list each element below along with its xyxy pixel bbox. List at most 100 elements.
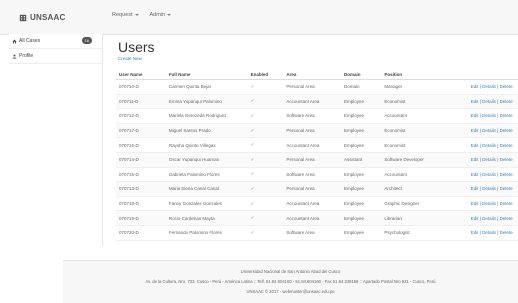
- row-actions: Edit | Details | Delete: [467, 152, 518, 168]
- cell-position: Software Developer: [381, 152, 468, 168]
- cell-domain: Employee: [341, 108, 382, 124]
- row-actions: Edit | Details | Delete: [467, 137, 518, 153]
- cell-full-name: Rocio Cardenas Mayta: [165, 210, 248, 226]
- cell-user-name: 070713-D: [116, 181, 166, 197]
- cell-area: Accountant Area: [283, 196, 342, 212]
- delete-link[interactable]: Delete: [500, 113, 513, 118]
- row-actions: Edit | Details | Delete: [467, 225, 518, 241]
- details-link[interactable]: Details: [482, 143, 496, 148]
- edit-link[interactable]: Edit: [471, 113, 479, 118]
- column-header[interactable]: Full Name: [165, 69, 248, 80]
- delete-link[interactable]: Delete: [500, 172, 513, 177]
- sidebar-item-label: All Cases: [19, 38, 41, 44]
- cell-enabled: ✓: [247, 167, 284, 183]
- nav-admin-dropdown[interactable]: Admin: [150, 12, 172, 18]
- cell-position: Economist: [381, 123, 468, 139]
- details-link[interactable]: Details: [482, 113, 496, 118]
- delete-link[interactable]: Delete: [500, 157, 513, 162]
- edit-link[interactable]: Edit: [471, 172, 479, 177]
- edit-link[interactable]: Edit: [471, 128, 479, 133]
- cell-full-name: Miguel Santos Prado: [165, 123, 248, 139]
- details-link[interactable]: Details: [482, 201, 496, 206]
- brand[interactable]: UNSAAC: [19, 13, 65, 22]
- delete-link[interactable]: Delete: [500, 201, 513, 206]
- column-header[interactable]: Enabled: [247, 69, 284, 80]
- cell-full-name: Carmen Quinta Bejar: [165, 79, 248, 95]
- cell-user-name: 070710-D: [116, 79, 166, 95]
- user-icon: [12, 54, 17, 58]
- footer: Universidad Nacional de San Antonio Abad…: [63, 260, 518, 303]
- cell-user-name: 070714-D: [116, 152, 166, 168]
- building-icon: [19, 14, 27, 21]
- edit-link[interactable]: Edit: [471, 230, 479, 235]
- cell-full-name: Fanny Gonzales Gonzales: [165, 196, 248, 212]
- delete-link[interactable]: Delete: [500, 230, 513, 235]
- sidebar-item-label: Profile: [19, 53, 34, 59]
- table-row: 070710-D Carmen Quinta Bejar ✓ Personal Are…: [116, 79, 518, 95]
- cell-enabled: ✓: [247, 137, 284, 153]
- row-actions: Edit | Details | Delete: [467, 123, 518, 139]
- column-header[interactable]: User Name: [116, 69, 166, 80]
- table-row: 070715-D Gabriela Palomino Flores ✓ Softwar…: [116, 167, 518, 183]
- cell-full-name: Mariela Gerezeda Rodriguez: [165, 108, 248, 124]
- details-link[interactable]: Details: [482, 84, 496, 89]
- details-link[interactable]: Details: [482, 157, 496, 162]
- edit-link[interactable]: Edit: [471, 157, 479, 162]
- cell-position: Manager: [381, 79, 468, 95]
- nav-request-dropdown[interactable]: Request: [112, 12, 139, 18]
- create-new-link[interactable]: Create New: [118, 56, 142, 61]
- top-navbar: UNSAAC Request Admin: [0, 0, 518, 35]
- delete-link[interactable]: Delete: [500, 128, 513, 133]
- cell-position: Librarian: [381, 210, 468, 226]
- details-link[interactable]: Details: [482, 172, 496, 177]
- chevron-down-icon: [134, 14, 139, 16]
- cell-area: Software Area: [283, 167, 342, 183]
- cell-position: Graphic Designer: [381, 196, 468, 212]
- table-row: 070720-D Fernando Palomino Flores ✓ Softwar…: [116, 225, 518, 241]
- cell-area: Personal Area: [283, 152, 342, 168]
- edit-link[interactable]: Edit: [471, 143, 479, 148]
- cell-area: Personal Area: [283, 181, 342, 197]
- table-row: 070718-D Fanny Gonzales Gonzales ✓ Accounta…: [116, 196, 518, 212]
- delete-link[interactable]: Delete: [500, 186, 513, 191]
- footer-copyright: UNSAAC © 2017 - webmaster@unsaac.edu.pe: [246, 289, 335, 294]
- cell-user-name: 070716-D: [116, 137, 166, 153]
- cell-enabled: ✓: [247, 123, 284, 139]
- edit-link[interactable]: Edit: [471, 186, 479, 191]
- delete-link[interactable]: Delete: [500, 143, 513, 148]
- edit-link[interactable]: Edit: [471, 99, 479, 104]
- details-link[interactable]: Details: [482, 186, 496, 191]
- details-link[interactable]: Details: [482, 216, 496, 221]
- cell-enabled: ✓: [247, 79, 284, 95]
- cell-area: Accountant Area: [283, 210, 342, 226]
- details-link[interactable]: Details: [482, 99, 496, 104]
- column-header[interactable]: Position: [381, 69, 468, 80]
- brand-name: UNSAAC: [30, 13, 66, 22]
- table-row: 070711-D Emma Yupanqui Palomino ✓ Accountan…: [116, 94, 518, 110]
- details-link[interactable]: Details: [482, 230, 496, 235]
- page: UNSAAC Request Admin All Cases 16 Profil…: [0, 0, 518, 303]
- row-actions: Edit | Details | Delete: [467, 94, 518, 110]
- delete-link[interactable]: Delete: [500, 99, 513, 104]
- row-actions: Edit | Details | Delete: [467, 181, 518, 197]
- column-header[interactable]: Domain: [341, 69, 382, 80]
- cases-count-badge: 16: [81, 37, 92, 44]
- cell-position: Architect: [381, 181, 468, 197]
- main-nav: Request Admin: [112, 12, 172, 18]
- table-row: 070719-D Rocio Cardenas Mayta ✓ Accountant …: [116, 210, 518, 226]
- delete-link[interactable]: Delete: [500, 84, 513, 89]
- sidebar-item-profile[interactable]: Profile: [9, 49, 102, 64]
- edit-link[interactable]: Edit: [471, 84, 479, 89]
- edit-link[interactable]: Edit: [471, 216, 479, 221]
- cell-user-name: 070715-D: [116, 167, 166, 183]
- row-actions: Edit | Details | Delete: [467, 210, 518, 226]
- edit-link[interactable]: Edit: [471, 201, 479, 206]
- row-actions: Edit | Details | Delete: [467, 108, 518, 124]
- column-header[interactable]: Area: [283, 69, 342, 80]
- home-icon: [12, 39, 17, 43]
- sidebar-item-all-cases[interactable]: All Cases 16: [9, 34, 102, 49]
- details-link[interactable]: Details: [482, 128, 496, 133]
- delete-link[interactable]: Delete: [500, 216, 513, 221]
- cell-full-name: Raysha Quinte Villegas: [165, 137, 248, 153]
- cell-enabled: ✓: [247, 210, 284, 226]
